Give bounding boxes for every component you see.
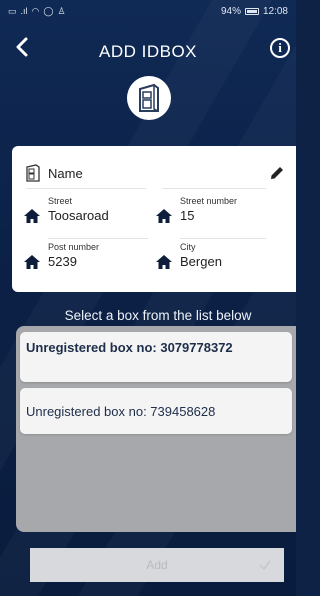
- post-number-value: 5239: [48, 254, 77, 269]
- signal-icon: .ıl: [20, 6, 28, 16]
- list-item[interactable]: Unregistered box no: 3079778372: [20, 332, 292, 382]
- sim-icon: ▭: [8, 5, 17, 16]
- idbox-logo: [127, 76, 171, 120]
- clock: 12:08: [262, 5, 288, 17]
- person-icon: ♙: [57, 5, 66, 16]
- list-item-label: Unregistered box no: 739458628: [26, 404, 216, 419]
- divider: [180, 238, 266, 239]
- name-row: Name: [26, 164, 83, 182]
- city-field[interactable]: City Bergen: [156, 242, 280, 269]
- street-field[interactable]: Street Toosaroad: [24, 196, 148, 223]
- status-bar: ▭ .ıl ◠ ◯ ♙ 94% 12:08: [0, 0, 296, 22]
- add-button-label: Add: [146, 558, 168, 572]
- list-item[interactable]: Unregistered box no: 739458628: [20, 388, 292, 434]
- info-button[interactable]: i: [270, 38, 290, 58]
- home-icon: [156, 208, 172, 223]
- post-number-label: Post number: [48, 242, 100, 252]
- location-icon: ◯: [43, 5, 54, 16]
- screen: ▭ .ıl ◠ ◯ ♙ 94% 12:08 ADD IDBOX i Name S…: [0, 0, 296, 596]
- box-list: Unregistered box no: 3079778372 Unregist…: [16, 326, 296, 532]
- status-icons: ▭ .ıl ◠ ◯ ♙: [8, 6, 66, 17]
- status-right: 94% 12:08: [221, 6, 288, 17]
- street-number-field[interactable]: Street number 15: [156, 196, 280, 223]
- select-box-heading: Select a box from the list below: [64, 308, 252, 323]
- street-label: Street: [48, 196, 73, 206]
- city-label: City: [180, 242, 196, 252]
- pencil-icon: [271, 167, 283, 179]
- post-number-field[interactable]: Post number 5239: [24, 242, 148, 269]
- add-button[interactable]: Add: [30, 548, 284, 582]
- info-icon: i: [278, 40, 282, 55]
- battery-percent: 94%: [220, 5, 241, 17]
- check-icon: [259, 560, 271, 571]
- list-item-label: Unregistered box no: 3079778372: [26, 340, 233, 355]
- battery-icon: [244, 7, 259, 15]
- address-card: Name Street Toosaroad Street number 15 P…: [12, 146, 296, 292]
- street-number-value: 15: [180, 208, 195, 223]
- idbox-icon: [139, 83, 159, 112]
- home-icon: [156, 254, 172, 269]
- divider: [48, 238, 148, 239]
- street-number-label: Street number: [180, 196, 238, 206]
- edit-button[interactable]: [268, 164, 286, 182]
- divider: [26, 188, 146, 189]
- street-value: Toosaroad: [48, 208, 109, 223]
- home-icon: [24, 254, 40, 269]
- name-label: Name: [48, 165, 83, 181]
- page-title: ADD IDBOX: [98, 42, 198, 61]
- divider: [162, 188, 266, 189]
- box-icon: [26, 164, 40, 182]
- city-value: Bergen: [180, 254, 222, 269]
- wifi-icon: ◠: [31, 5, 40, 16]
- header: ADD IDBOX: [0, 36, 296, 70]
- home-icon: [24, 208, 40, 223]
